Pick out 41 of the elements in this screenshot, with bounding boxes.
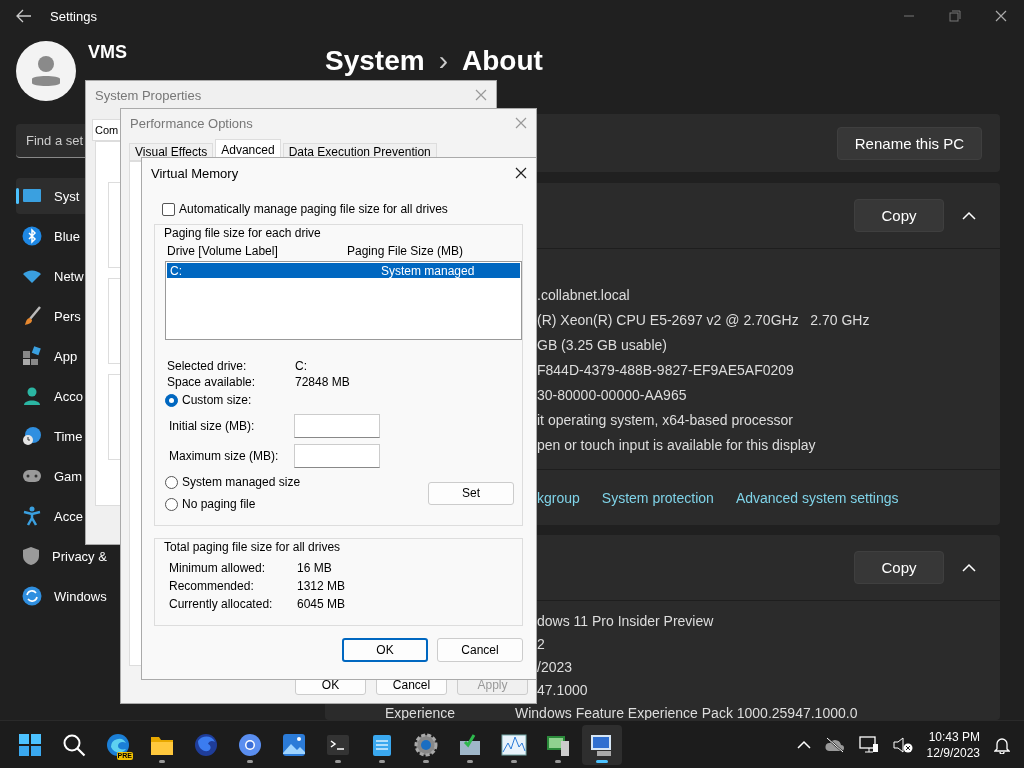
total-value: 16 MB — [297, 561, 333, 575]
radio-label: System managed size — [182, 475, 301, 489]
page-title: About — [461, 45, 543, 77]
spec-value: 30-80000-00000-AA965 — [536, 386, 688, 405]
field-label: Maximum size (MB): — [169, 449, 280, 463]
column-header: Paging File Size (MB) — [347, 244, 464, 258]
field-label: Initial size (MB): — [169, 419, 256, 433]
total-label: Currently allocated: — [169, 597, 274, 611]
spec-value: 47.1000 — [536, 682, 589, 698]
spec-value: /2023 — [536, 659, 574, 675]
page-title: System — [325, 45, 425, 77]
spec-value: (R) Xeon(R) CPU E5-2697 v2 @ 2.70GHz 2.70 GHz — [536, 311, 871, 330]
info-value: 72848 MB — [295, 375, 351, 389]
radio-label: Custom size: — [182, 393, 252, 407]
total-value: 1312 MB — [297, 579, 347, 593]
group-title: Paging file size for each drive — [164, 225, 322, 241]
checkbox-label: Automatically manage paging file size for all drives — [179, 202, 448, 216]
spec-value: dows 11 Pro Insider Preview — [536, 613, 715, 629]
user-name: VMS — [88, 42, 127, 62]
window-title: Settings — [50, 8, 97, 24]
spec-value: .collabnet.local — [536, 286, 631, 305]
spec-value: F844D-4379-488B-9827-EF9AE5AF0209 — [536, 361, 795, 380]
spec-value: Windows Feature Experience Pack 1000.25947.1000.0 — [515, 705, 859, 720]
spec-value: GB (3.25 GB usable) — [536, 336, 668, 355]
column-header: Drive [Volume Label] — [167, 244, 279, 258]
spec-value: it operating system, x64-based processor — [536, 411, 794, 430]
info-label: Space available: — [167, 375, 257, 389]
spec-value: pen or touch input is available for this display — [536, 436, 817, 455]
radio-label: No paging file — [182, 497, 256, 511]
spec-value: 2 — [536, 636, 546, 652]
total-value: 6045 MB — [297, 597, 347, 611]
breadcrumb-separator: › — [438, 45, 448, 77]
group-title: Total paging file size for all drives — [164, 539, 342, 555]
total-label: Recommended: — [169, 579, 255, 593]
dialog-title: Performance Options — [130, 115, 253, 131]
total-label: Minimum allowed: — [169, 561, 267, 575]
dialog-title: System Properties — [95, 87, 202, 103]
dialog-title: Virtual Memory — [151, 165, 239, 181]
spec-label: Experience — [385, 705, 457, 720]
info-value: C: — [295, 359, 308, 373]
info-label: Selected drive: — [167, 359, 248, 373]
